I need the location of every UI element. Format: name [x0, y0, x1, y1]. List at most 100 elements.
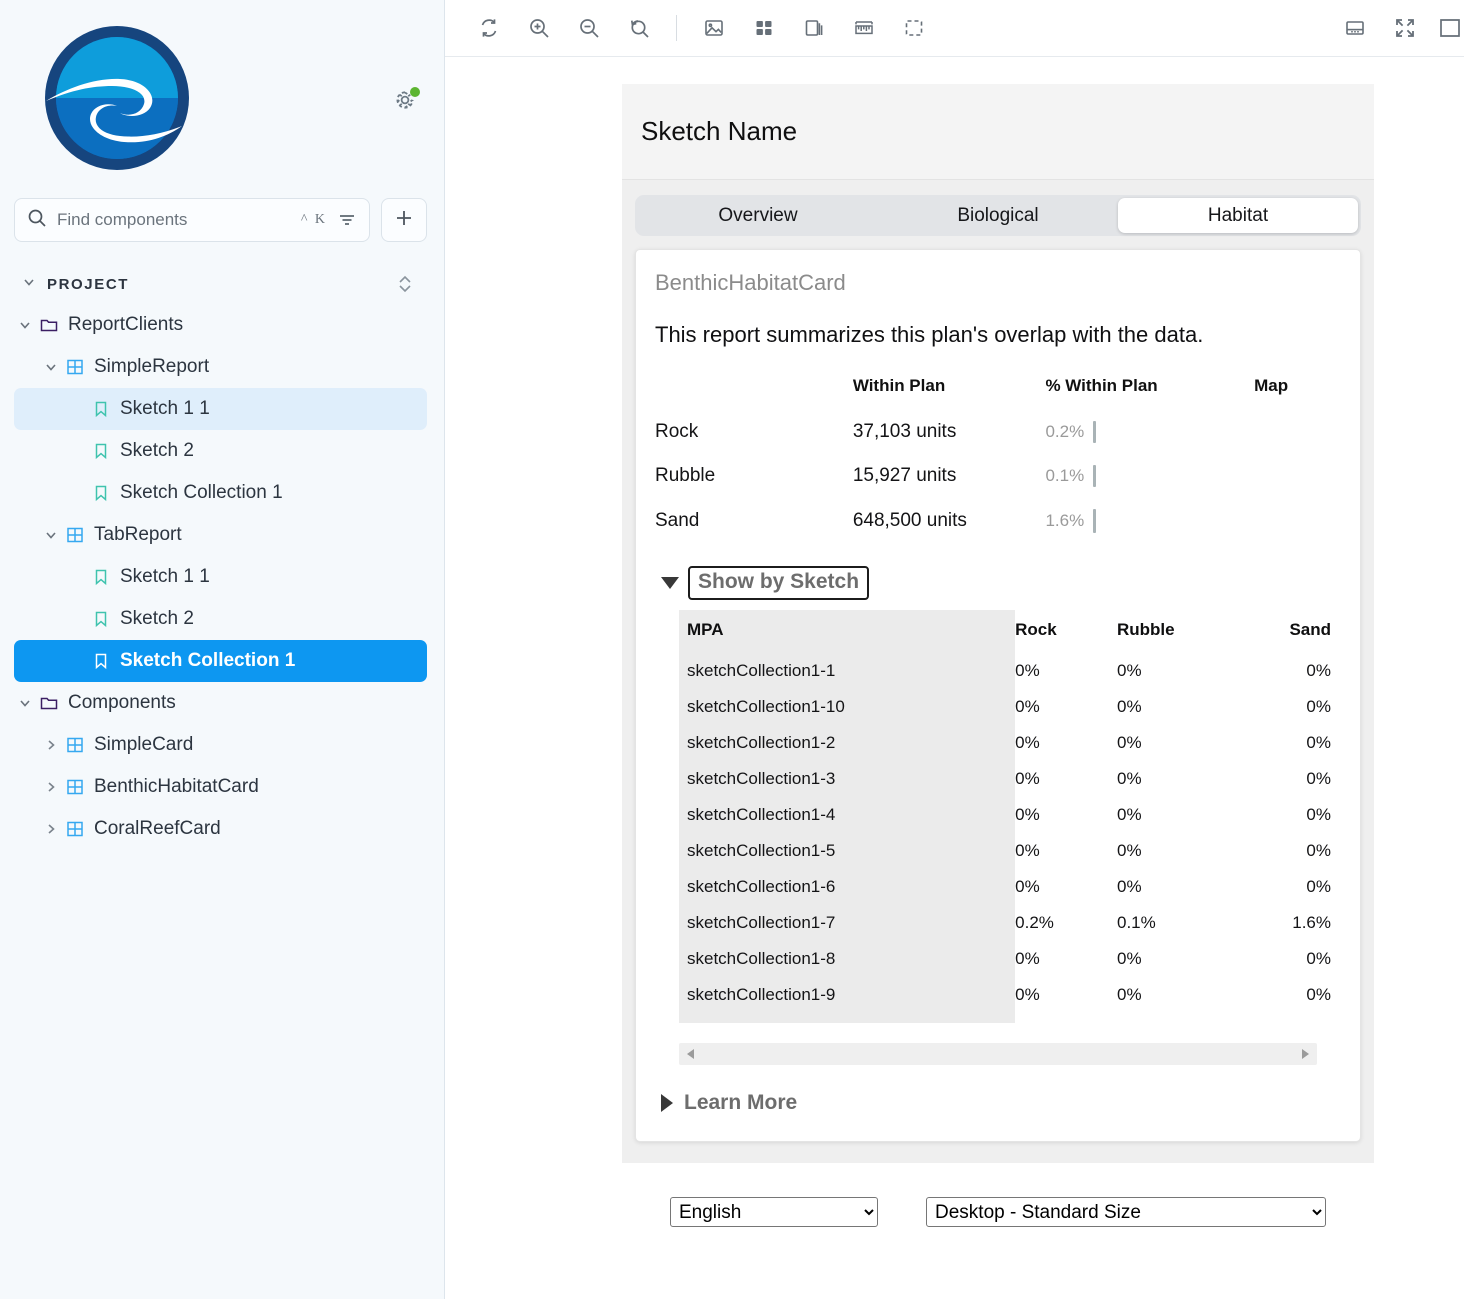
table-row: sketchCollection1-5 0% 0% 0%: [679, 833, 1335, 869]
sketch-cell-mpa: sketchCollection1-3: [679, 761, 1016, 797]
sketch-cell-rock: 0%: [1015, 805, 1040, 824]
benthic-habitat-card: BenthicHabitatCard This report summarize…: [635, 249, 1361, 1142]
add-component-button[interactable]: [381, 198, 427, 242]
chevron-down-icon[interactable]: [40, 360, 62, 374]
summary-cell-within: 37,103 units: [852, 421, 957, 442]
tree-item-sketch-collection-1[interactable]: Sketch Collection 1: [14, 472, 427, 514]
grid-icon: [62, 819, 88, 839]
sketch-cell-sand: 0%: [1306, 805, 1331, 824]
tree-item-simplecard[interactable]: SimpleCard: [14, 724, 427, 766]
sketch-cell-rock: 0%: [1015, 949, 1040, 968]
sketch-header-rock: Rock: [1015, 620, 1057, 639]
table-row: sketchCollection1-3 0% 0% 0%: [679, 761, 1335, 797]
grid-icon: [62, 525, 88, 545]
sketch-cell-rock: 0%: [1015, 661, 1040, 680]
grid-icon: [62, 777, 88, 797]
tree-item-label: CoralReefCard: [94, 818, 221, 839]
window-icon[interactable]: [1430, 0, 1464, 56]
zoom-in-icon[interactable]: [514, 0, 564, 56]
table-spacer-row: [679, 1013, 1335, 1023]
sketch-cell-sand: 1.6%: [1292, 913, 1331, 932]
tree-item-label: Components: [68, 692, 176, 713]
table-row: sketchCollection1-1 0% 0% 0%: [679, 653, 1335, 689]
table-row: sketchCollection1-2 0% 0% 0%: [679, 725, 1335, 761]
filter-icon[interactable]: [337, 210, 357, 230]
refresh-icon[interactable]: [464, 0, 514, 56]
sketch-cell-rock: 0%: [1015, 841, 1040, 860]
size-select[interactable]: Desktop - Standard Size: [926, 1197, 1326, 1227]
tree-item-coralreefcard[interactable]: CoralReefCard: [14, 808, 427, 850]
sketch-cell-mpa: sketchCollection1-8: [679, 941, 1016, 977]
scroll-right-arrow-icon[interactable]: [1302, 1049, 1309, 1059]
bookmark-icon: [88, 399, 114, 419]
sketch-cell-rubble: 0%: [1117, 805, 1142, 824]
pct-value: 1.6%: [1045, 511, 1085, 530]
sketch-cell-mpa: sketchCollection1-6: [679, 869, 1016, 905]
sidebar-header: [0, 0, 444, 190]
sketch-cell-sand: 0%: [1306, 769, 1331, 788]
zoom-reset-icon[interactable]: [614, 0, 664, 56]
scroll-left-arrow-icon[interactable]: [687, 1049, 694, 1059]
tree-item-benthichabitatcard[interactable]: BenthicHabitatCard: [14, 766, 427, 808]
fullscreen-icon[interactable]: [1380, 0, 1430, 56]
tab-habitat[interactable]: Habitat: [1118, 198, 1358, 233]
grid-icon: [62, 357, 88, 377]
ruler-icon[interactable]: [839, 0, 889, 56]
sort-toggle-icon[interactable]: [397, 272, 413, 301]
tree-item-reportclients[interactable]: ReportClients: [14, 304, 427, 346]
tree-item-simplereport[interactable]: SimpleReport: [14, 346, 427, 388]
sketch-cell-rock: 0.2%: [1015, 913, 1054, 932]
search-input[interactable]: [57, 210, 291, 230]
search-box[interactable]: ^ K: [14, 198, 370, 242]
sketch-cell-sand: 0%: [1306, 841, 1331, 860]
tree-item-sketch-1-1[interactable]: Sketch 1 1: [14, 556, 427, 598]
tree-item-label: BenthicHabitatCard: [94, 776, 259, 797]
tree-section-label: PROJECT: [47, 275, 130, 293]
chevron-down-icon[interactable]: [40, 528, 62, 542]
panel-bottom-icon[interactable]: [1330, 0, 1380, 56]
zoom-out-icon[interactable]: [564, 0, 614, 56]
image-icon[interactable]: [689, 0, 739, 56]
card-name: BenthicHabitatCard: [655, 270, 846, 295]
copy-layers-icon[interactable]: [789, 0, 839, 56]
language-select[interactable]: English: [670, 1197, 878, 1227]
tree-item-sketch-collection-1[interactable]: Sketch Collection 1: [14, 640, 427, 682]
canvas: Sketch Name Overview Biological Habitat …: [445, 57, 1464, 1299]
sketch-cell-rubble: 0%: [1117, 841, 1142, 860]
sketch-header-sand: Sand: [1289, 620, 1331, 639]
triangle-right-icon[interactable]: [661, 1094, 673, 1112]
tree-item-tabreport[interactable]: TabReport: [14, 514, 427, 556]
sketch-cell-rubble: 0%: [1117, 877, 1142, 896]
summary-row: Sand 648,500 units 1.6%: [655, 498, 1341, 544]
chevron-right-icon[interactable]: [40, 822, 62, 836]
tab-biological[interactable]: Biological: [878, 198, 1118, 233]
tree-item-label: TabReport: [94, 524, 182, 545]
chevron-down-icon[interactable]: [14, 318, 36, 332]
learn-more-label[interactable]: Learn More: [684, 1091, 797, 1115]
grid-view-icon[interactable]: [739, 0, 789, 56]
tree-item-sketch-2[interactable]: Sketch 2: [14, 598, 427, 640]
sketch-cell-rubble: 0%: [1117, 697, 1142, 716]
tab-overview[interactable]: Overview: [638, 198, 878, 233]
gear-icon[interactable]: [392, 84, 422, 114]
tree-item-components[interactable]: Components: [14, 682, 427, 724]
chevron-down-icon[interactable]: [14, 696, 36, 710]
chevron-right-icon[interactable]: [40, 738, 62, 752]
table-row: sketchCollection1-9 0% 0% 0%: [679, 977, 1335, 1013]
summary-table: Within Plan % Within Plan Map Rock 37,103…: [655, 372, 1341, 544]
show-by-sketch-button[interactable]: Show by Sketch: [688, 566, 870, 600]
tree-item-sketch-2[interactable]: Sketch 2: [14, 430, 427, 472]
summary-header-name: [655, 372, 853, 410]
bookmark-icon: [88, 651, 114, 671]
tree-section-project[interactable]: PROJECT: [0, 264, 445, 304]
sketch-cell-rubble: 0%: [1117, 769, 1142, 788]
chevron-right-icon[interactable]: [40, 780, 62, 794]
tree-item-sketch-1-1[interactable]: Sketch 1 1: [14, 388, 427, 430]
sketch-cell-rock: 0%: [1015, 769, 1040, 788]
sketch-header-row: MPA Rock Rubble Sand: [679, 610, 1335, 653]
horizontal-scrollbar[interactable]: [679, 1043, 1317, 1065]
select-region-icon[interactable]: [889, 0, 939, 56]
sketch-cell-sand: 0%: [1306, 877, 1331, 896]
triangle-down-icon[interactable]: [661, 577, 679, 589]
sketch-cell-sand: 0%: [1306, 661, 1331, 680]
